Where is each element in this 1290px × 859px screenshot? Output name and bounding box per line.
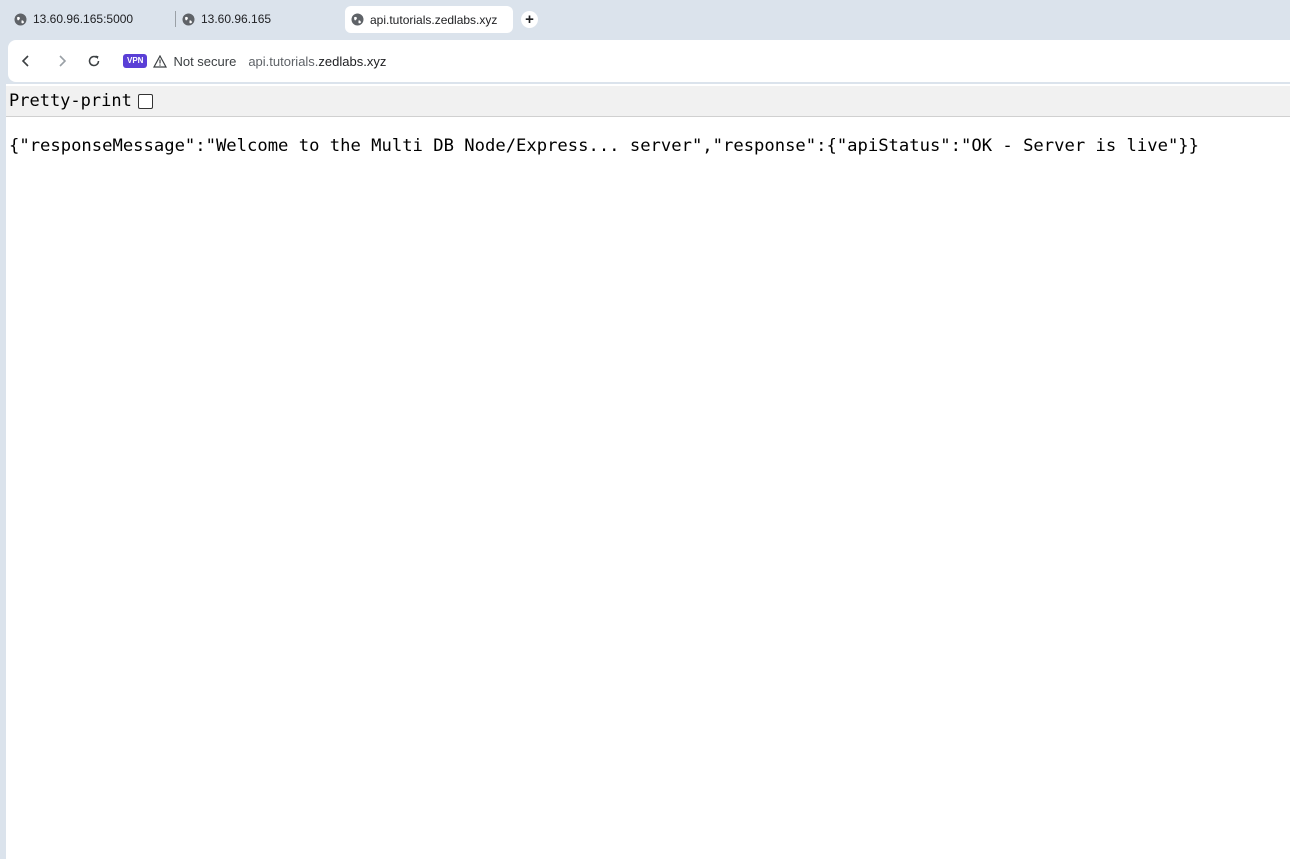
pretty-print-checkbox[interactable]	[137, 93, 153, 109]
pretty-print-bar: Pretty-print	[6, 86, 1290, 117]
back-button[interactable]	[12, 47, 40, 75]
pretty-print-label: Pretty-print	[9, 91, 132, 111]
address-bar[interactable]: api.tutorials.zedlabs.xyz	[248, 54, 386, 69]
tab-title: api.tutorials.zedlabs.xyz	[370, 12, 498, 27]
json-response-text: {"responseMessage":"Welcome to the Multi…	[9, 136, 1199, 156]
globe-icon	[14, 13, 27, 26]
tab-13-60-96-165[interactable]: 13.60.96.165	[176, 6, 341, 32]
tab-13-60-96-165-5000[interactable]: 13.60.96.165:5000	[8, 6, 173, 32]
warning-triangle-icon[interactable]	[153, 54, 168, 68]
security-status-label[interactable]: Not secure	[173, 54, 236, 69]
forward-button[interactable]	[48, 47, 76, 75]
tab-strip: 13.60.96.165:5000 13.60.96.165 api.tutor…	[0, 0, 1290, 38]
new-tab-button[interactable]: +	[521, 11, 538, 28]
arrow-left-icon	[21, 55, 29, 67]
reload-icon	[88, 55, 100, 67]
tab-title: 13.60.96.165:5000	[33, 12, 134, 26]
plus-icon: +	[525, 11, 534, 28]
navigation-toolbar: VPN Not secure api.tutorials.zedlabs.xyz	[8, 40, 1290, 82]
reload-button[interactable]	[80, 47, 108, 75]
vpn-button[interactable]: VPN	[123, 54, 148, 68]
tab-api-tutorials-zedlabs-xyz[interactable]: api.tutorials.zedlabs.xyz	[345, 6, 513, 33]
globe-icon	[182, 13, 195, 26]
page-content: Pretty-print {"responseMessage":"Welcome…	[6, 84, 1290, 859]
globe-icon	[351, 13, 364, 26]
url-subdomain: api.tutorials.	[248, 53, 319, 69]
browser-window: 13.60.96.165:5000 13.60.96.165 api.tutor…	[0, 0, 1290, 859]
tab-title: 13.60.96.165	[201, 12, 272, 26]
arrow-right-icon	[59, 55, 67, 67]
url-domain: zedlabs.xyz	[318, 53, 387, 69]
